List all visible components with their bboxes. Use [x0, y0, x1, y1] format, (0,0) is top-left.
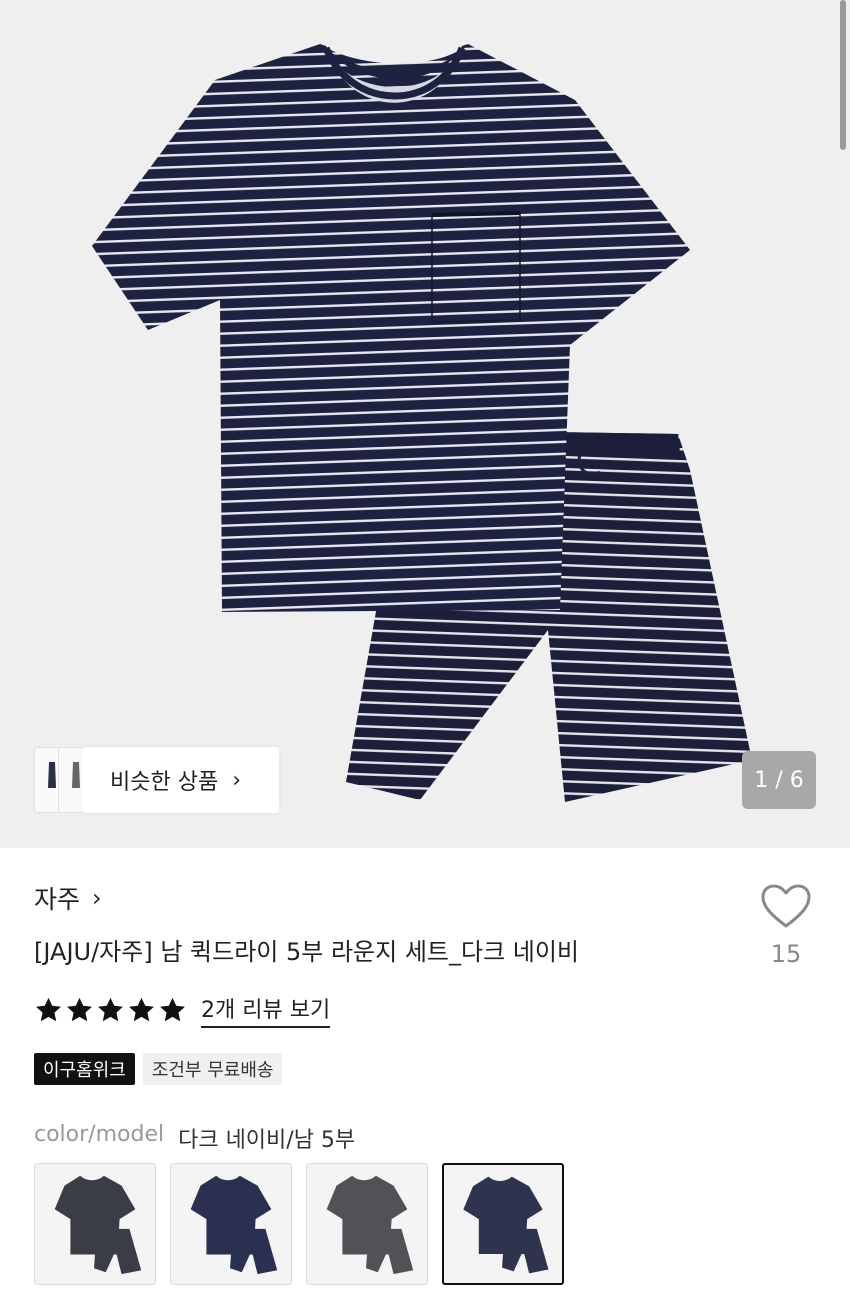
option-swatch[interactable]: [442, 1163, 564, 1285]
star-filled-icon: [129, 997, 154, 1021]
similar-products-label: 비슷한 상품: [110, 770, 219, 795]
brand-link[interactable]: 자주 ›: [34, 880, 102, 916]
product-photo: [92, 44, 752, 802]
outfit-thumbnail: [326, 1175, 414, 1275]
star-filled-icon: [98, 997, 123, 1021]
similar-products-button[interactable]: 비슷한 상품 ›: [82, 747, 279, 813]
review-link[interactable]: 2개 리뷰 보기: [201, 992, 331, 1028]
option-value: 다크 네이비/남 5부: [178, 1128, 356, 1153]
option-swatch[interactable]: [306, 1163, 428, 1285]
outfit-thumbnail: [54, 1175, 142, 1275]
shipping-badge: 조건부 무료배송: [142, 1053, 283, 1085]
event-badge: 이구홈위크: [34, 1053, 135, 1085]
chevron-right-icon: ›: [92, 884, 102, 912]
option-row: color/model 다크 네이비/남 5부: [34, 1122, 355, 1154]
option-label: color/model: [34, 1122, 165, 1147]
star-filled-icon: [160, 997, 185, 1021]
heart-outline-icon: [761, 884, 811, 928]
star-rating: [34, 996, 189, 1025]
page-scrollbar[interactable]: [840, 0, 846, 150]
star-filled-icon: [67, 997, 92, 1021]
option-swatch[interactable]: [34, 1163, 156, 1285]
chevron-right-icon: ›: [232, 767, 242, 793]
image-counter: 1 / 6: [742, 751, 816, 809]
product-title: [JAJU/자주] 남 퀵드라이 5부 라운지 세트_다크 네이비: [34, 938, 580, 966]
option-swatches: [34, 1163, 578, 1285]
brand-name: 자주: [34, 885, 81, 914]
rating-row: 2개 리뷰 보기: [34, 992, 331, 1028]
outfit-thumbnail: [463, 1176, 549, 1274]
option-swatch[interactable]: [170, 1163, 292, 1285]
star-filled-icon: [36, 997, 61, 1021]
like-count: 15: [770, 940, 802, 968]
like-button[interactable]: 15: [758, 884, 814, 968]
outfit-thumbnail: [190, 1175, 278, 1275]
badge-row: 이구홈위크 조건부 무료배송: [34, 1053, 283, 1085]
product-image-gallery[interactable]: 비슷한 상품 › 1 / 6: [0, 0, 850, 848]
